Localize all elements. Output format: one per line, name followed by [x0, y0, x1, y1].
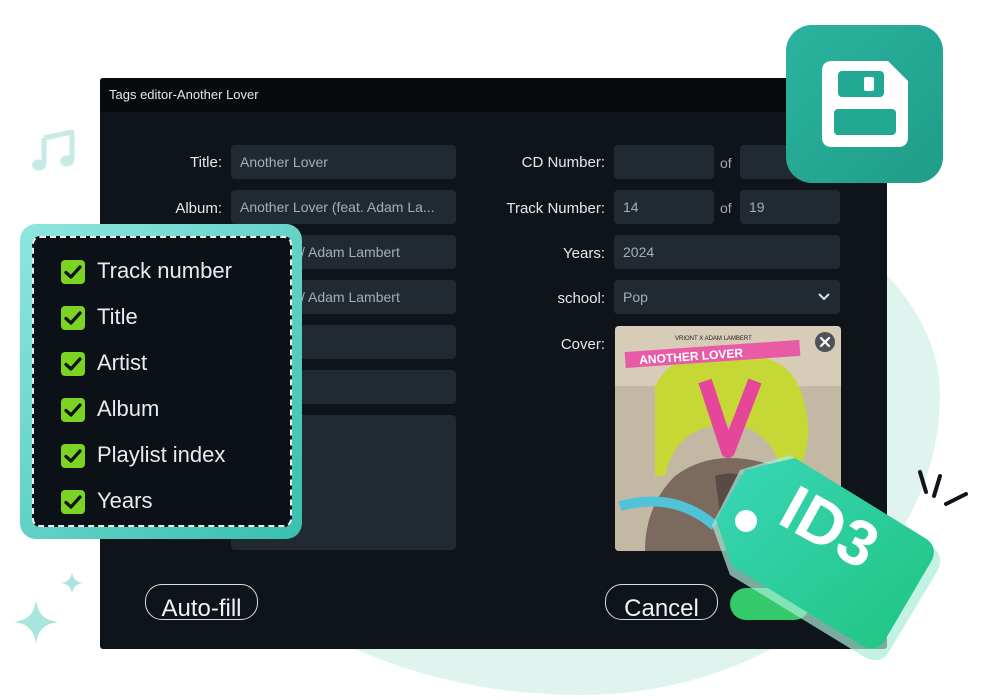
- checkmark-icon: [64, 311, 82, 325]
- checkbox-playlist-index[interactable]: [61, 444, 85, 468]
- check-label-years: Years: [97, 488, 153, 513]
- sparkle-rays-icon: [918, 470, 968, 506]
- check-label-album: Album: [97, 396, 160, 421]
- checkbox-artist[interactable]: [61, 352, 85, 376]
- checkbox-title[interactable]: [61, 306, 85, 330]
- music-note-icon: [32, 130, 75, 171]
- checklist-panel: Track number Title Artist Album Playlist…: [32, 236, 292, 527]
- cd-number-field[interactable]: [614, 145, 714, 179]
- floppy-disk-icon: [822, 61, 908, 147]
- cover-remove-button[interactable]: [815, 332, 835, 352]
- checkmark-icon: [64, 403, 82, 417]
- cancel-button[interactable]: Cancel: [605, 584, 718, 622]
- auto-fill-button[interactable]: Auto-fill: [145, 584, 258, 622]
- checkmark-icon: [64, 265, 82, 279]
- school-label: school:: [557, 290, 605, 307]
- cover-label: Cover:: [560, 336, 605, 353]
- check-label-playlist-index: Playlist index: [97, 442, 226, 467]
- check-label-title: Title: [97, 304, 138, 329]
- track-number-label: Track Number:: [506, 200, 605, 217]
- school-select[interactable]: Pop: [614, 280, 840, 314]
- checkbox-track-number[interactable]: [61, 260, 85, 284]
- album-label: Album:: [175, 200, 222, 217]
- save-button[interactable]: [730, 588, 810, 620]
- checkbox-years[interactable]: [61, 490, 85, 514]
- track-total-field[interactable]: 19: [740, 190, 840, 224]
- chevron-down-icon: [818, 293, 830, 301]
- cd-of-label: of: [720, 155, 732, 171]
- title-field[interactable]: Another Lover: [231, 145, 456, 179]
- close-icon: [819, 336, 831, 348]
- title-label: Title:: [190, 154, 222, 171]
- checkmark-icon: [64, 495, 82, 509]
- window-title: Tags editor-Another Lover: [109, 87, 259, 102]
- track-number-field[interactable]: 14: [614, 190, 714, 224]
- checkbox-album[interactable]: [61, 398, 85, 422]
- track-of-label: of: [720, 200, 732, 216]
- cd-number-label: CD Number:: [521, 154, 605, 171]
- album-field[interactable]: Another Lover (feat. Adam La...: [231, 190, 456, 224]
- check-label-track-number: Track number: [97, 258, 232, 283]
- checkmark-icon: [64, 449, 82, 463]
- cover-top-text: VRIONT X ADAM LAMBERT: [675, 336, 752, 342]
- school-select-value: Pop: [623, 289, 648, 305]
- check-label-artist: Artist: [97, 350, 148, 375]
- sparkle-icon: [14, 572, 83, 644]
- years-label: Years:: [563, 245, 605, 262]
- checkmark-icon: [64, 357, 82, 371]
- title-bar: Tags editor-Another Lover: [100, 78, 887, 112]
- years-field[interactable]: 2024: [614, 235, 840, 269]
- save-badge: [786, 25, 943, 183]
